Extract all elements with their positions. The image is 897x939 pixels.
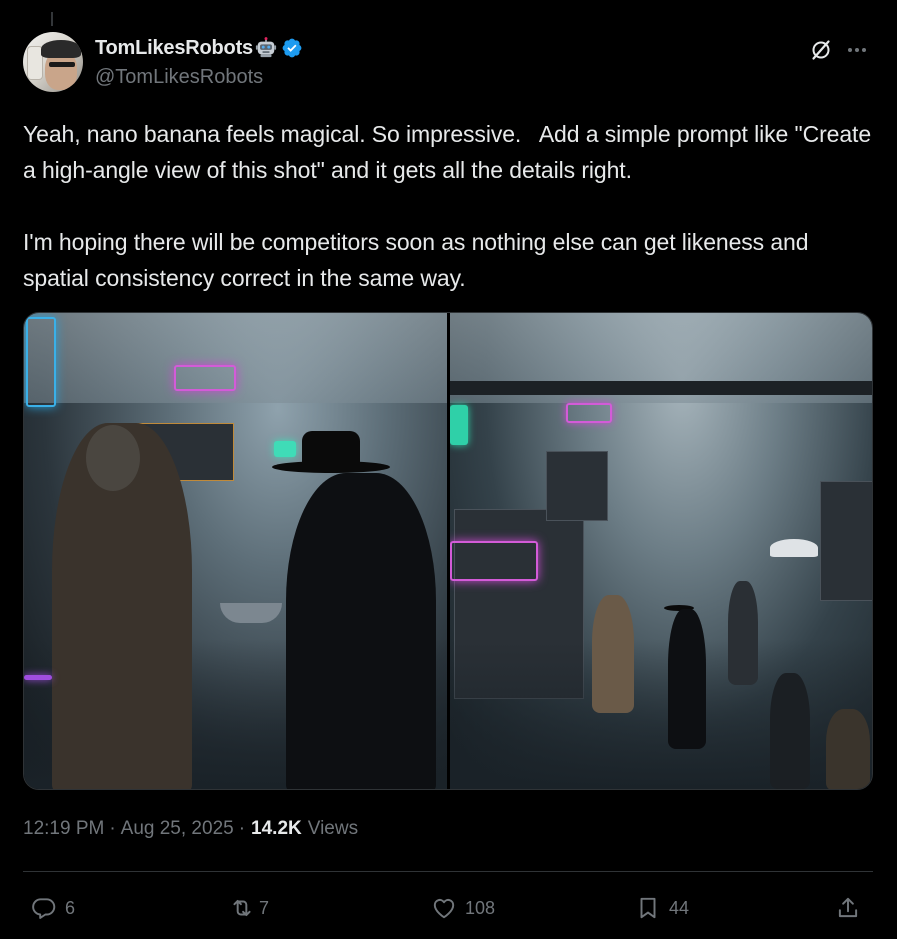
man-in-hat-figure [286,473,436,789]
tweet-meta: 12:19 PM · Aug 25, 2025 · 14.2K Views [23,818,358,840]
food-stall [545,451,608,521]
tweet-time[interactable]: 12:19 PM [23,818,104,840]
share-button[interactable] [835,890,861,926]
crowd-figure [727,581,758,685]
more-icon[interactable] [845,38,869,62]
reply-count: 6 [65,897,76,918]
tweet-text: Yeah, nano banana feels magical. So impr… [23,121,872,291]
like-button[interactable]: 108 [431,890,495,926]
bowl [220,603,282,623]
neon-sign [449,405,468,445]
man-in-hat-figure [667,609,706,749]
neon-sign [26,317,56,407]
robot-emoji-icon [255,37,277,58]
name-row: TomLikesRobots [95,36,303,60]
food-stall [819,481,872,601]
overhead-beam [449,381,872,395]
bookmark-button[interactable]: 44 [635,890,689,926]
avatar-hat [41,40,81,58]
neon-sign [174,365,236,391]
like-count: 108 [465,897,496,918]
neon-sign [274,441,296,457]
display-name[interactable]: TomLikesRobots [95,37,253,60]
reply-button[interactable]: 6 [31,890,75,926]
thread-connector-line [51,12,53,26]
avatar-glasses [49,62,75,67]
user-handle[interactable]: @TomLikesRobots [95,66,263,89]
grok-icon[interactable] [809,38,833,62]
views-count: 14.2K [251,818,302,839]
heart-icon [433,898,455,919]
hat-crown [302,431,360,467]
meta-separator: · [109,818,116,839]
bookmark-count: 44 [669,897,690,918]
repost-icon [233,899,251,917]
bald-man-head [86,425,140,491]
media-grid[interactable] [23,312,873,790]
verified-badge-icon[interactable] [281,37,303,59]
avatar[interactable] [23,32,83,92]
tweet-date[interactable]: Aug 25, 2025 [121,818,234,840]
divider [23,871,873,872]
crowd-figure [769,673,810,789]
share-icon [838,897,858,918]
reply-icon [32,898,56,919]
media-image-street-closeup[interactable] [24,313,447,789]
repost-button[interactable]: 7 [229,890,269,926]
crowd-figure [825,709,870,789]
media-image-high-angle[interactable] [449,313,872,789]
neon-sign [565,403,612,423]
neon-strip [24,675,52,680]
views-label: Views [307,818,359,839]
tweet-header: TomLikesRobots @TomLikesRobots [23,32,873,94]
bald-man-figure [591,595,634,713]
neon-sign [449,541,538,581]
meta-separator: · [238,818,246,839]
bookmark-icon [640,897,656,919]
umbrella [769,539,818,557]
repost-count: 7 [259,897,270,918]
action-bar: 6 7 108 44 [23,890,873,926]
